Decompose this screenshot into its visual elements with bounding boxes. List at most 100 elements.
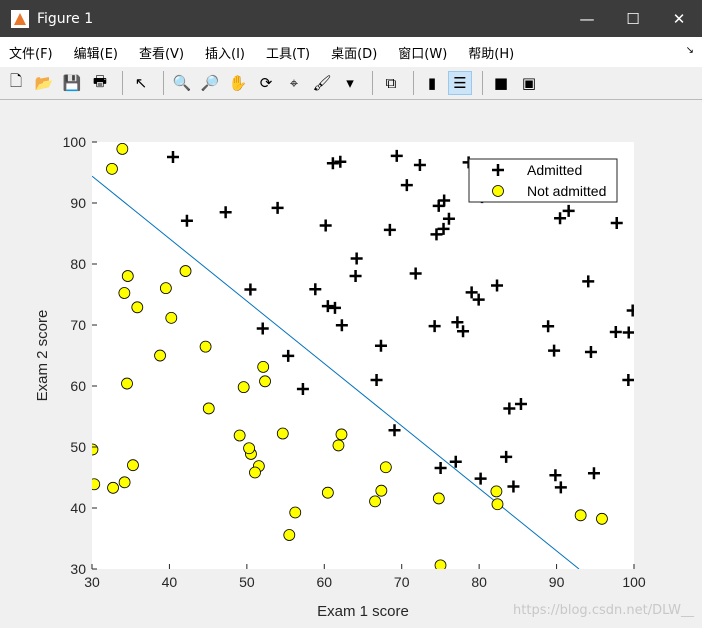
menu-item[interactable]: 插入(I) <box>205 43 245 62</box>
legend: Admitted Not admitted <box>468 158 618 203</box>
not-admitted-point <box>243 442 256 455</box>
show-plot-tools-icon[interactable]: ▣ <box>517 71 541 95</box>
matlab-icon <box>11 9 29 28</box>
menu-item[interactable]: 编辑(E) <box>74 43 118 62</box>
legend-label-not-admitted: Not admitted <box>527 183 606 199</box>
y-tick-label: 30 <box>70 561 86 577</box>
x-tick-label: 60 <box>316 574 332 590</box>
x-tick-label: 50 <box>239 574 255 590</box>
y-tick-label: 60 <box>70 378 86 394</box>
menu-item[interactable]: 帮助(H) <box>468 43 514 62</box>
not-admitted-point <box>118 476 131 489</box>
watermark: https://blog.csdn.net/DLW__ <box>513 603 694 618</box>
toolbar-separator <box>122 71 123 95</box>
not-admitted-point <box>107 481 119 494</box>
toolbar-separator <box>372 71 373 95</box>
x-tick-label: 70 <box>394 574 410 590</box>
zoom-out-icon[interactable]: 🔎 <box>198 71 222 95</box>
toolbar-separator <box>482 71 483 95</box>
not-admitted-point <box>596 512 608 525</box>
not-admitted-point <box>154 349 166 362</box>
open-icon[interactable]: 📂 <box>32 71 56 95</box>
minimize-button[interactable]: — <box>564 0 610 37</box>
y-tick-label: 70 <box>70 317 86 333</box>
pan-icon[interactable]: ✋ <box>226 71 250 95</box>
not-admitted-point <box>432 492 445 505</box>
legend-icon[interactable]: ☰ <box>448 71 472 95</box>
window-title: Figure 1 <box>37 10 94 27</box>
rotate-icon[interactable]: ⟳ <box>254 71 278 95</box>
toolbar-separator <box>413 71 414 95</box>
menu-item[interactable]: 工具(T) <box>266 43 310 62</box>
toolbar-separator <box>163 71 164 95</box>
y-tick-label: 90 <box>70 195 86 211</box>
not-admitted-point <box>199 340 212 353</box>
not-admitted-point <box>121 377 133 390</box>
not-admitted-point <box>369 495 381 508</box>
not-admitted-point <box>289 506 302 519</box>
not-admitted-point <box>491 498 504 511</box>
menu-bar: 文件(F) 编辑(E) 查看(V) 插入(I) 工具(T) 桌面(D) 窗口(W) 帮助(H)… <box>0 37 702 67</box>
not-admitted-point <box>116 142 129 155</box>
not-admitted-point <box>121 270 134 282</box>
menu-item[interactable]: 桌面(D) <box>331 43 377 62</box>
not-admitted-point <box>332 439 345 452</box>
toolbar: 🗋 📂 💾 🖶 ↖ 🔍 🔎 ✋ ⟳ ⌖ 🖌 ▾ ⧉ ▮ ☰ ■ ▣ <box>0 67 702 100</box>
title-bar: Figure 1 — ☐ ✕ <box>0 0 702 37</box>
y-tick-label: 80 <box>70 256 86 272</box>
not-admitted-point <box>179 265 192 277</box>
x-tick-label: 100 <box>622 574 646 590</box>
x-tick-label: 30 <box>84 574 100 590</box>
not-admitted-point <box>233 429 246 442</box>
not-admitted-point <box>249 466 261 479</box>
not-admitted-point <box>92 443 99 456</box>
y-axis-label: Exam 2 score <box>34 310 51 402</box>
x-axis-label: Exam 1 score <box>317 603 409 620</box>
not-admitted-point <box>321 486 334 499</box>
not-admitted-point <box>283 529 296 541</box>
not-admitted-point <box>92 478 101 491</box>
legend-not-admitted-marker <box>492 185 504 197</box>
close-button[interactable]: ✕ <box>656 0 702 37</box>
not-admitted-point <box>276 427 289 440</box>
menu-item[interactable]: 文件(F) <box>9 43 53 62</box>
brush-icon[interactable]: 🖌 <box>310 71 334 95</box>
not-admitted-point <box>379 461 392 474</box>
y-tick-label: 40 <box>70 500 86 516</box>
not-admitted-point <box>165 311 178 324</box>
plot-area <box>92 142 634 569</box>
zoom-in-icon[interactable]: 🔍 <box>170 71 194 95</box>
x-tick-label: 90 <box>549 574 565 590</box>
not-admitted-point <box>159 282 172 295</box>
save-icon[interactable]: 💾 <box>60 71 84 95</box>
x-tick-label: 40 <box>162 574 178 590</box>
not-admitted-point <box>202 402 215 415</box>
maximize-button[interactable]: ☐ <box>610 0 656 37</box>
x-tick-label: 80 <box>471 574 487 590</box>
colorbar-icon[interactable]: ▮ <box>420 71 444 95</box>
menu-item[interactable]: 窗口(W) <box>398 43 447 62</box>
dock-arrow-icon[interactable]: ↘ <box>686 45 694 56</box>
print-icon[interactable]: 🖶 <box>88 71 112 95</box>
hide-plot-tools-icon[interactable]: ■ <box>489 71 513 95</box>
y-tick-label: 100 <box>63 134 87 150</box>
new-figure-icon[interactable]: 🗋 <box>4 71 28 95</box>
not-admitted-point <box>257 361 270 373</box>
plot-figure: 30 40 50 60 70 80 90 100 30 40 50 60 70 80 90 100 Exam 1… <box>34 134 646 620</box>
link-icon[interactable]: ⧉ <box>379 71 403 95</box>
data-cursor-icon[interactable]: ⌖ <box>282 71 306 95</box>
not-admitted-point <box>375 484 388 497</box>
y-tick-label: 50 <box>70 439 86 455</box>
pointer-icon[interactable]: ↖ <box>129 71 153 95</box>
not-admitted-point <box>131 301 144 314</box>
menu-item[interactable]: 查看(V) <box>139 43 184 62</box>
dropdown-icon[interactable]: ▾ <box>338 71 362 95</box>
not-admitted-point <box>490 485 503 498</box>
legend-label-admitted: Admitted <box>527 162 582 178</box>
not-admitted-point <box>259 375 271 388</box>
not-admitted-point <box>335 428 348 441</box>
not-admitted-point <box>237 381 250 394</box>
not-admitted-point <box>434 559 447 569</box>
not-admitted-point <box>106 162 118 175</box>
not-admitted-point <box>574 509 587 522</box>
